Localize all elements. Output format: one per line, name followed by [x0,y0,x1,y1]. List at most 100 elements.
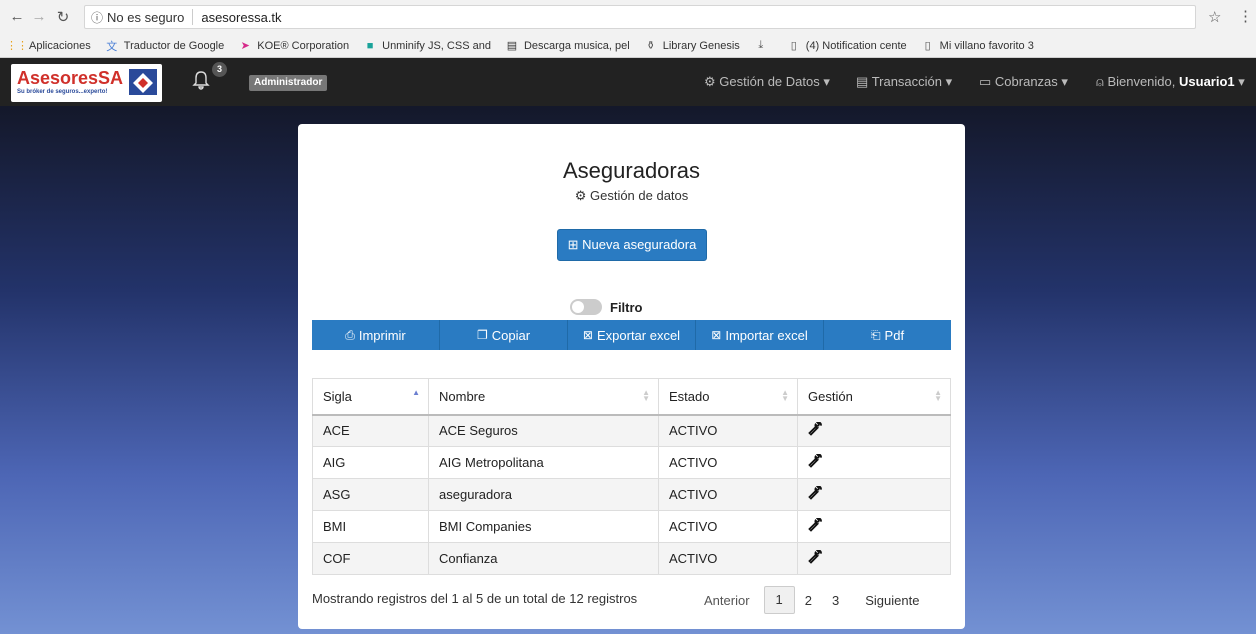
nav-collections[interactable]: ▭ Cobranzas ▾ [979,74,1068,90]
cell-estado: ACTIVO [658,510,798,543]
table-row: AIG AIG Metropolitana ACTIVO [312,446,951,479]
app-logo[interactable]: AsesoresSA Su bróker de seguros...expert… [11,64,162,102]
sort-ascending-icon: ▲ [412,388,420,397]
plus-square-icon: ⊞ [567,237,579,252]
cell-estado: ACTIVO [658,542,798,575]
pagination-previous[interactable]: Anterior [694,593,760,608]
bookmark-item[interactable]: ▯ Mi villano favorito 3 [921,39,1034,53]
cell-nombre: ACE Seguros [428,414,659,447]
bookmark-item[interactable]: ⤓ [754,39,773,53]
bookmark-item[interactable]: ■ Unminify JS, CSS and [363,39,491,53]
username: Usuario1 [1179,74,1235,89]
credit-card-icon: ▭ [979,74,992,89]
bookmark-item[interactable]: ⚱ Library Genesis [644,39,740,53]
button-label: Imprimir [358,327,406,343]
library-icon: ⚱ [646,40,656,52]
cell-gestion [797,510,951,543]
bookmark-label: Traductor de Google [123,39,225,52]
column-header-gestion[interactable]: Gestión ▲ ▼ [797,378,951,416]
info-icon[interactable]: ⓘ [91,9,103,26]
nav-label: Cobranzas [994,74,1058,89]
header-label: Sigla [323,388,352,404]
logo-mark-icon [129,69,157,95]
cell-nombre: AIG Metropolitana [428,446,659,479]
cell-gestion [797,478,951,511]
bookmarks-bar: ⋮⋮ Aplicaciones 文 Traductor de Google ➤ KOE® … [0,34,1256,58]
cell-sigla: ASG [312,478,429,511]
cell-nombre: BMI Companies [428,510,659,543]
copy-button[interactable]: ❐ Copiar [440,320,568,350]
wrench-icon[interactable] [808,453,822,472]
koe-logo-icon: ➤ [240,40,250,52]
pdf-button[interactable]: ⎗ Pdf [824,320,951,350]
cell-gestion [797,414,951,447]
new-insurer-button[interactable]: ⊞ Nueva aseguradora [557,229,707,261]
notification-bell-icon[interactable] [192,70,210,95]
wrench-icon[interactable] [808,421,822,440]
pagination-page[interactable]: 3 [822,593,849,608]
export-excel-button[interactable]: ⊠ Exportar excel [568,320,696,350]
bookmark-label: (4) Notification cente [805,39,907,52]
caret-down-icon: ▾ [1238,74,1245,89]
apps-grid-icon: ⋮⋮ [6,40,28,52]
export-toolbar: ⎙ Imprimir ❐ Copiar ⊠ Exportar excel ⊠ I… [312,320,951,350]
address-bar[interactable]: ⓘ No es seguro asesoressa.tk [84,5,1196,29]
forward-arrow-icon[interactable]: → [28,8,50,25]
pdf-file-icon: ⎗ [870,327,881,342]
excel-file-icon: ⊠ [582,328,593,342]
logo-tagline: Su bróker de seguros...experto! [17,89,108,95]
nav-user-menu[interactable]: ⍝ Bienvenido, Usuario1 ▾ [1096,74,1245,90]
translate-icon: 文 [106,40,118,53]
insurers-panel: Aseguradoras ⚙ Gestión de datos ⊞ Nueva … [298,124,965,629]
excel-file-icon: ⊠ [711,328,722,342]
document-icon: ▯ [924,40,931,52]
role-badge: Administrador [249,75,328,91]
header-label: Gestión [808,388,853,404]
wrench-icon[interactable] [808,549,822,568]
menu-kebab-icon[interactable]: ⋮ [1238,7,1253,25]
wrench-icon[interactable] [808,517,822,536]
sort-icon: ▲ ▼ [781,388,789,403]
nav-transaction[interactable]: ▤ Transacción ▾ [856,74,952,90]
cell-sigla: AIG [312,446,429,479]
pagination-page[interactable]: 1 [763,586,795,614]
reload-icon[interactable]: ↻ [52,8,74,26]
column-header-sigla[interactable]: Sigla ▲ [312,378,429,416]
bookmark-item[interactable]: ▯ (4) Notification cente [787,39,907,53]
print-button[interactable]: ⎙ Imprimir [312,320,440,350]
bookmark-item[interactable]: ➤ KOE® Corporation [238,39,349,53]
cell-gestion [797,542,951,575]
pagination-next[interactable]: Siguiente [855,593,929,608]
user-icon: ⍝ [1096,74,1104,89]
bookmark-item[interactable]: 文 Traductor de Google [105,39,224,53]
bookmark-item[interactable]: ⋮⋮ Aplicaciones [6,39,91,53]
caret-down-icon: ▾ [1061,74,1068,89]
filter-toggle[interactable] [570,299,602,315]
cell-nombre: aseguradora [428,478,659,511]
notification-count-badge: 3 [212,62,227,77]
table-row: BMI BMI Companies ACTIVO [312,510,951,543]
table-row: ACE ACE Seguros ACTIVO [312,414,951,447]
back-arrow-icon[interactable]: ← [6,8,28,25]
filter-toggle-group: Filtro [570,299,643,315]
square-icon: ■ [366,39,374,52]
import-excel-button[interactable]: ⊠ Importar excel [696,320,824,350]
nav-data-management[interactable]: ⚙ Gestión de Datos ▾ [704,74,830,90]
button-label: Exportar excel [596,327,681,343]
table-row: ASG aseguradora ACTIVO [312,478,951,511]
header-label: Nombre [439,388,486,404]
caret-down-icon: ▾ [945,74,953,89]
button-label: Nueva aseguradora [582,237,697,252]
button-label: Importar excel [725,327,808,343]
bookmark-star-icon[interactable]: ☆ [1208,8,1221,26]
browser-toolbar: ← → ↻ ⓘ No es seguro asesoressa.tk ☆ ⋮ [0,0,1256,34]
page-subtitle: ⚙ Gestión de datos [298,188,965,204]
bookmark-item[interactable]: ▤ Descarga musica, pel [505,39,630,53]
pagination: Anterior 1 2 3 Siguiente [694,585,929,615]
wrench-icon[interactable] [808,485,822,504]
pagination-page[interactable]: 2 [795,593,822,608]
column-header-estado[interactable]: Estado ▲ ▼ [658,378,798,416]
cell-estado: ACTIVO [658,446,798,479]
insecure-label: No es seguro [107,9,185,25]
column-header-nombre[interactable]: Nombre ▲ ▼ [428,378,659,416]
